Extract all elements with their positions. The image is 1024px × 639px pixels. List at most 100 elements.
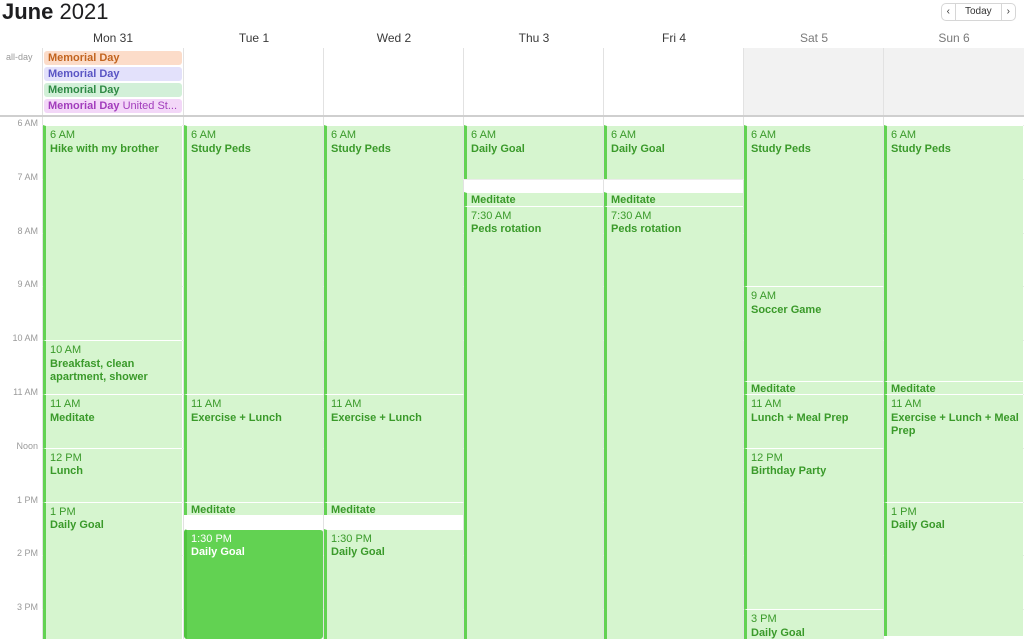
event-time: 6 AM xyxy=(331,129,357,141)
day-header[interactable]: Sun 6 xyxy=(884,31,1024,47)
weekend-all-day-area xyxy=(884,48,1024,115)
event-name: Daily Goal xyxy=(751,626,805,639)
event-time: 6 AM xyxy=(611,129,637,141)
all-day-event[interactable]: Memorial Day xyxy=(44,83,182,97)
event-name: Daily Goal xyxy=(191,546,245,558)
calendar-event[interactable]: 6 AM Daily Goal xyxy=(604,125,743,179)
event-time: 3 PM xyxy=(751,613,777,626)
year-label: 2021 xyxy=(59,0,109,24)
calendar-event[interactable]: 11 AM Exercise + Lunch xyxy=(324,394,463,502)
event-name: Meditate xyxy=(191,503,236,516)
calendar-event[interactable]: 11 AM Meditate xyxy=(43,394,182,448)
event-time: 1 PM xyxy=(891,505,917,518)
day-header[interactable]: Fri 4 xyxy=(604,31,744,47)
event-time: 6 AM xyxy=(191,129,217,141)
event-name: Exercise + Lunch xyxy=(331,411,422,424)
calendar-event[interactable]: 10 AM Breakfast, clean apartment, shower xyxy=(43,340,182,394)
calendar-event[interactable]: Meditate xyxy=(184,501,323,516)
calendar-event[interactable]: 1 PM Daily Goal xyxy=(43,501,182,639)
hour-label: 9 AM xyxy=(17,279,38,290)
all-day-event[interactable]: Memorial Day xyxy=(44,51,182,65)
hour-label: 7 AM xyxy=(17,171,38,182)
all-day-label: all-day xyxy=(6,52,33,62)
calendar-event[interactable]: 6 AM Study Peds xyxy=(184,125,323,394)
event-name: Study Peds xyxy=(191,142,251,155)
event-time: 1 PM xyxy=(50,505,76,518)
calendar-event[interactable]: 6 AM Daily Goal xyxy=(464,125,603,179)
event-name: Birthday Party xyxy=(751,465,827,478)
event-time: 7:30 AM xyxy=(471,209,512,222)
calendar-event[interactable]: 6 AM Study Peds xyxy=(324,125,463,394)
calendar-event[interactable]: 6 AM Study Peds xyxy=(744,125,883,287)
event-time: 7:30 AM xyxy=(611,209,652,222)
chevron-right-icon[interactable]: › xyxy=(1002,4,1015,20)
hour-label: 3 PM xyxy=(16,602,38,613)
calendar-event[interactable]: 3 PM Daily Goal xyxy=(744,609,883,639)
hour-label: 10 AM xyxy=(12,333,38,344)
event-time: 6 AM xyxy=(50,129,76,141)
calendar-event[interactable]: 7:30 AM Peds rotation xyxy=(604,205,743,639)
calendar-event[interactable]: Meditate xyxy=(464,192,603,206)
calendar-event[interactable]: Meditate xyxy=(604,192,743,206)
all-day-event-region: United St... xyxy=(122,100,178,112)
all-day-event[interactable]: Memorial Day United St... xyxy=(44,99,182,113)
event-name: Meditate xyxy=(611,194,656,206)
event-name: Study Peds xyxy=(331,142,391,155)
all-day-event-name: Memorial Day xyxy=(48,84,120,96)
day-header[interactable]: Sat 5 xyxy=(744,31,884,47)
event-name: Peds rotation xyxy=(611,223,682,236)
calendar-event[interactable]: Meditate xyxy=(744,380,883,394)
calendar-event[interactable]: Meditate xyxy=(324,501,463,516)
calendar-event[interactable]: 1:30 PM Daily Goal xyxy=(324,528,463,639)
calendar-event[interactable]: 7:30 AM Peds rotation xyxy=(464,205,603,639)
calendar-event[interactable]: 1 PM Daily Goal xyxy=(884,501,1023,637)
event-name: Daily Goal xyxy=(611,142,665,155)
event-name: Meditate xyxy=(471,194,516,206)
weekend-all-day-area xyxy=(744,48,884,115)
hour-label: Noon xyxy=(16,440,38,451)
calendar-event[interactable]: 12 PM Lunch xyxy=(43,447,182,502)
event-name: Soccer Game xyxy=(751,303,822,316)
hour-label: 8 AM xyxy=(17,225,38,236)
calendar-event[interactable]: 11 AM Exercise + Lunch + Meal Prep xyxy=(884,394,1023,502)
day-header[interactable]: Thu 3 xyxy=(464,31,604,47)
all-day-separator xyxy=(0,115,1024,117)
event-name: Lunch xyxy=(50,465,83,478)
date-navigation: ‹ Today › xyxy=(940,3,1016,21)
page-title: June 2021 xyxy=(2,0,108,25)
calendar-event[interactable]: 9 AM Soccer Game xyxy=(744,286,883,381)
calendar-event[interactable]: 11 AM Exercise + Lunch xyxy=(184,394,323,502)
chevron-left-icon[interactable]: ‹ xyxy=(942,4,956,20)
event-name: Peds rotation xyxy=(471,223,542,236)
hour-label: 11 AM xyxy=(13,387,38,397)
all-day-event-name: Memorial Day xyxy=(48,52,120,64)
event-time: 11 AM xyxy=(891,398,922,410)
today-button[interactable]: Today xyxy=(956,4,1002,20)
calendar-event[interactable]: 6 AM Hike with my brother xyxy=(43,125,182,341)
event-name: Exercise + Lunch xyxy=(191,411,282,424)
event-name: Daily Goal xyxy=(471,142,525,155)
event-name: Lunch + Meal Prep xyxy=(751,411,849,424)
month-label: June xyxy=(2,0,54,24)
calendar-event[interactable]: Meditate xyxy=(884,380,1023,394)
calendar-event[interactable]: 12 PM Birthday Party xyxy=(744,447,883,610)
hour-label: 6 AM xyxy=(17,118,38,128)
calendar-event[interactable]: 6 AM Study Peds xyxy=(884,125,1023,381)
event-name: Daily Goal xyxy=(331,546,385,558)
event-time: 1:30 PM xyxy=(331,532,372,545)
event-time: 9 AM xyxy=(751,290,777,303)
day-header[interactable]: Wed 2 xyxy=(324,31,464,47)
event-time: 11 AM xyxy=(331,398,362,410)
event-time: 11 AM xyxy=(751,398,782,410)
event-name: Daily Goal xyxy=(891,519,945,532)
event-name: Exercise + Lunch + Meal Prep xyxy=(891,411,1019,438)
all-day-event[interactable]: Memorial Day xyxy=(44,67,182,81)
calendar-event[interactable]: 1:30 PM Daily Goal xyxy=(184,528,323,639)
calendar-event[interactable]: 11 AM Lunch + Meal Prep xyxy=(744,394,883,448)
event-time: 12 PM xyxy=(50,451,82,464)
day-header[interactable]: Mon 31 xyxy=(43,31,183,47)
event-time: 12 PM xyxy=(751,451,783,464)
event-name: Daily Goal xyxy=(50,519,104,532)
day-header[interactable]: Tue 1 xyxy=(184,31,324,47)
event-name: Meditate xyxy=(891,382,936,394)
